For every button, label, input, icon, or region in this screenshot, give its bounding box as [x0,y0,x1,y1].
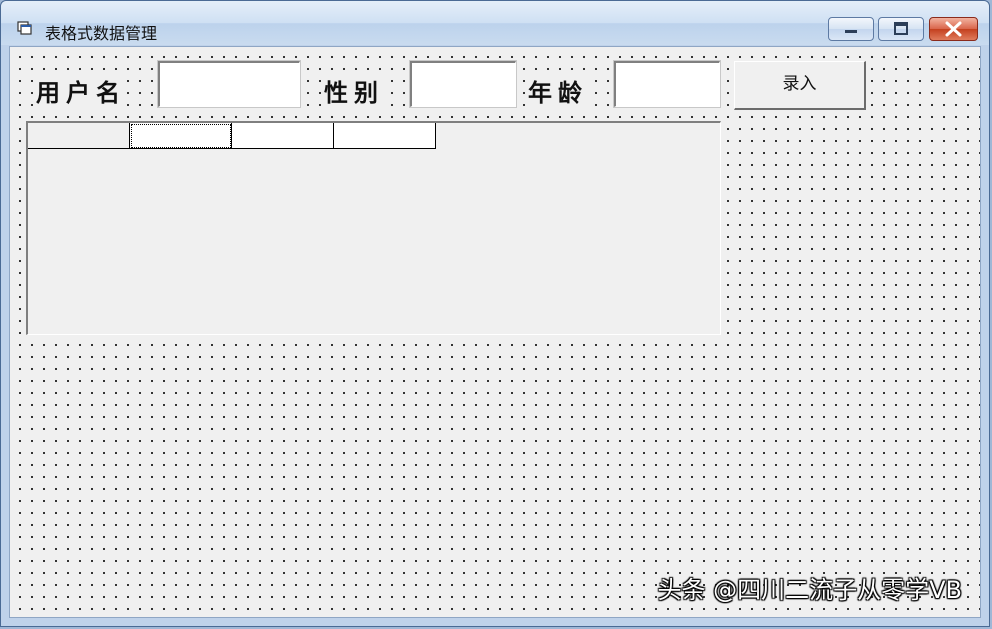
form-icon [17,21,32,35]
application-window: 表格式数据管理 用户名 性别 年龄 录入 头条 @四川二流子从零学VB [0,0,990,627]
window-title: 表格式数据管理 [45,24,158,43]
age-input[interactable] [613,60,721,108]
maximize-button[interactable] [878,17,924,41]
minimize-icon [845,30,857,33]
maximize-icon [894,22,908,35]
grid-cell[interactable] [232,123,334,149]
minimize-button[interactable] [828,17,874,41]
gender-label: 性别 [324,73,384,108]
submit-button[interactable]: 录入 [734,61,866,110]
close-button[interactable] [929,17,978,41]
form-design-area: 用户名 性别 年龄 录入 头条 @四川二流子从零学VB [9,46,981,618]
data-grid[interactable] [26,121,721,335]
username-label: 用户名 [36,73,126,108]
username-input[interactable] [157,60,301,108]
title-bar[interactable]: 表格式数据管理 [1,1,989,45]
gender-input[interactable] [409,60,517,108]
watermark-text: 头条 @四川二流子从零学VB [657,576,962,604]
age-label: 年龄 [528,73,588,108]
grid-header-cell [28,123,130,149]
grid-cell[interactable] [334,123,436,149]
close-icon [945,21,962,37]
grid-cell[interactable] [130,123,232,149]
